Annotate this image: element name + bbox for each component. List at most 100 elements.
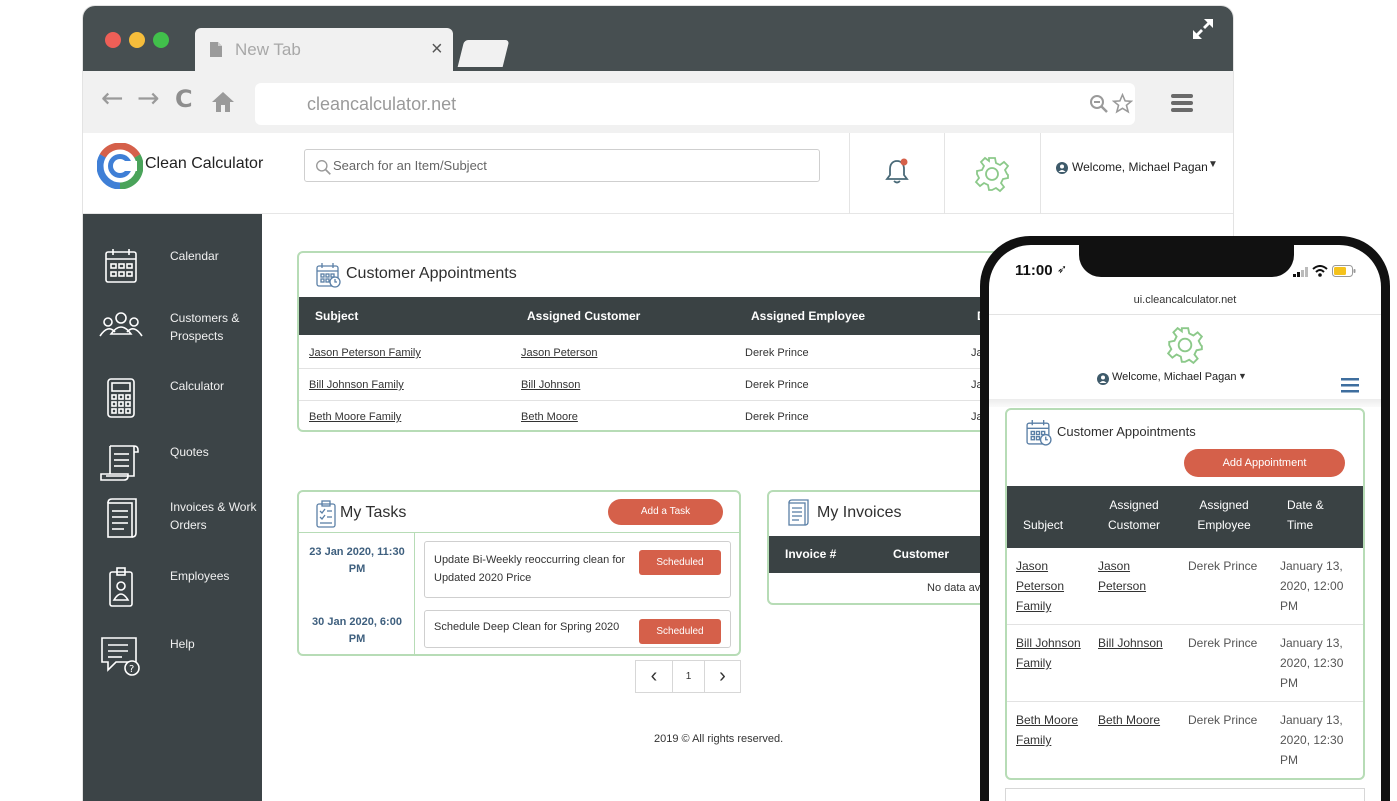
- sidebar-item-label: Employees: [170, 569, 230, 583]
- calendar-icon: [105, 249, 137, 283]
- user-circle-icon: [1056, 162, 1068, 174]
- customer-link[interactable]: Beth Moore: [521, 411, 578, 423]
- column-header: Assigned Employee: [751, 309, 866, 323]
- employees-icon: [109, 567, 133, 607]
- browser-menu-icon[interactable]: [1171, 93, 1193, 113]
- fullscreen-icon[interactable]: [1190, 16, 1216, 42]
- task-item[interactable]: Update Bi-Weekly reoccurring clean for U…: [424, 541, 731, 598]
- phone-appointments-card: Customer Appointments Add Appointment Su…: [1005, 408, 1365, 780]
- customer-link[interactable]: Bill Johnson: [521, 379, 580, 391]
- maximize-window-button[interactable]: [153, 32, 169, 48]
- svg-text:?: ?: [129, 664, 134, 675]
- search-input[interactable]: Search for an Item/Subject: [304, 149, 820, 182]
- next-page-button[interactable]: ›: [705, 661, 740, 692]
- url-field[interactable]: cleancalculator.net: [255, 83, 1135, 125]
- table-row: Beth Moore Family Beth Moore Derek Princ…: [299, 401, 1015, 430]
- subject-link[interactable]: Jason Peterson Family: [1016, 556, 1076, 616]
- forward-arrow-icon[interactable]: →: [137, 83, 160, 114]
- tasks-card: My Tasks Add a Task 23 Jan 2020, 11:30 P…: [297, 490, 741, 656]
- empty-message: No data av: [927, 582, 981, 594]
- tab-title: New Tab: [235, 40, 301, 59]
- table-row: Jason Peterson Family Jason Peterson Der…: [1007, 548, 1363, 625]
- employee-cell: Derek Prince: [745, 411, 809, 423]
- task-item[interactable]: Schedule Deep Clean for Spring 2020 Sche…: [424, 610, 731, 648]
- card-title: Customer Appointments: [1057, 424, 1196, 439]
- calendar-icon: [316, 263, 341, 288]
- task-text: Update Bi-Weekly reoccurring clean for U…: [434, 554, 626, 584]
- bookmark-star-icon[interactable]: [1112, 93, 1133, 114]
- url-text: cleancalculator.net: [307, 94, 457, 114]
- reload-icon[interactable]: C: [175, 85, 193, 113]
- employee-cell: Derek Prince: [1188, 559, 1258, 573]
- card-title: My Invoices: [817, 504, 902, 521]
- column-header: Assigned Customer: [527, 309, 641, 323]
- sidebar-item-quotes[interactable]: Quotes: [83, 442, 262, 492]
- quotes-icon: [100, 445, 139, 481]
- settings-gear-icon[interactable]: [973, 155, 1011, 193]
- clipboard-icon: [316, 500, 336, 528]
- minimize-window-button[interactable]: [129, 32, 145, 48]
- table-row: Jason Peterson Family Jason Peterson Der…: [299, 337, 1015, 369]
- divider: [299, 532, 739, 533]
- date-cell: January 13, 2020, 12:30 PM: [1280, 636, 1344, 690]
- sidebar-item-calendar[interactable]: Calendar: [83, 246, 262, 296]
- hamburger-menu-icon[interactable]: [1341, 378, 1359, 393]
- page-number[interactable]: 1: [673, 661, 705, 692]
- tab-close-button[interactable]: ×: [431, 38, 443, 61]
- sidebar-item-label: Calculator: [170, 379, 225, 393]
- user-circle-icon: [1097, 373, 1109, 385]
- table-header: Subject Assigned Customer Assigned Emplo…: [299, 297, 1015, 335]
- column-header: Subject: [1023, 518, 1064, 532]
- subject-link[interactable]: Bill Johnson Family: [309, 379, 404, 391]
- help-icon: ?: [101, 637, 140, 676]
- sidebar-item-invoices[interactable]: Invoices & Work Orders: [83, 497, 262, 547]
- column-header: Assigned Customer: [1107, 498, 1160, 532]
- phone-pagination[interactable]: [1005, 788, 1365, 801]
- wifi-icon: [1312, 265, 1328, 277]
- add-task-button[interactable]: Add a Task: [608, 499, 723, 525]
- status-time: 11:00: [1015, 262, 1053, 279]
- zoom-icon[interactable]: [1089, 94, 1109, 114]
- search-icon: [316, 160, 331, 175]
- customer-link[interactable]: Jason Peterson: [1098, 556, 1160, 596]
- user-menu[interactable]: Welcome, Michael Pagan ▼: [1056, 159, 1226, 180]
- sidebar-item-calculator[interactable]: Calculator: [83, 376, 262, 426]
- notification-bell-icon[interactable]: [885, 157, 909, 185]
- divider: [989, 314, 1381, 315]
- customer-link[interactable]: Beth Moore: [1098, 710, 1160, 730]
- customer-link[interactable]: Jason Peterson: [521, 347, 597, 359]
- status-badge: Scheduled: [639, 619, 721, 644]
- settings-gear-icon[interactable]: [1165, 325, 1205, 365]
- app-header: Clean Calculator Search for an Item/Subj…: [83, 133, 1233, 214]
- address-bar: ← → C cleancalculator.net: [83, 71, 1233, 133]
- back-arrow-icon[interactable]: ←: [101, 83, 124, 114]
- subject-link[interactable]: Beth Moore Family: [1016, 710, 1086, 750]
- sidebar-item-help[interactable]: ? Help: [83, 634, 262, 684]
- calendar-icon: [1026, 420, 1052, 446]
- logo-icon[interactable]: [97, 143, 143, 189]
- column-header: Customer: [893, 547, 950, 561]
- customer-link[interactable]: Bill Johnson: [1098, 633, 1163, 653]
- prev-page-button[interactable]: ‹: [636, 661, 673, 692]
- sidebar-item-employees[interactable]: Employees: [83, 566, 262, 616]
- table-row: Beth Moore Family Beth Moore Derek Princ…: [1007, 702, 1363, 778]
- subject-link[interactable]: Bill Johnson Family: [1016, 633, 1086, 673]
- new-tab-button[interactable]: [457, 40, 510, 67]
- user-menu[interactable]: Welcome, Michael Pagan ▼: [1097, 371, 1257, 389]
- phone-url: ui.cleancalculator.net: [1133, 294, 1237, 306]
- close-window-button[interactable]: [105, 32, 121, 48]
- welcome-text: Welcome, Michael Pagan: [1072, 160, 1208, 174]
- sidebar-item-label: Help: [170, 637, 195, 651]
- browser-tab[interactable]: New Tab ×: [195, 28, 453, 71]
- subject-link[interactable]: Beth Moore Family: [309, 411, 401, 423]
- stage: New Tab × ← → C cleancalculator.net Clea…: [0, 0, 1397, 801]
- subject-link[interactable]: Jason Peterson Family: [309, 347, 421, 359]
- task-date: 30 Jan 2020, 6:00 PM: [312, 616, 402, 645]
- divider: [414, 533, 415, 654]
- sidebar-item-customers[interactable]: Customers & Prospects: [83, 308, 262, 358]
- status-badge: Scheduled: [639, 550, 721, 575]
- add-appointment-button[interactable]: Add Appointment: [1184, 449, 1345, 477]
- table-row: Bill Johnson Family Bill Johnson Derek P…: [1007, 625, 1363, 702]
- home-icon[interactable]: [211, 91, 235, 113]
- customers-icon: [99, 312, 143, 337]
